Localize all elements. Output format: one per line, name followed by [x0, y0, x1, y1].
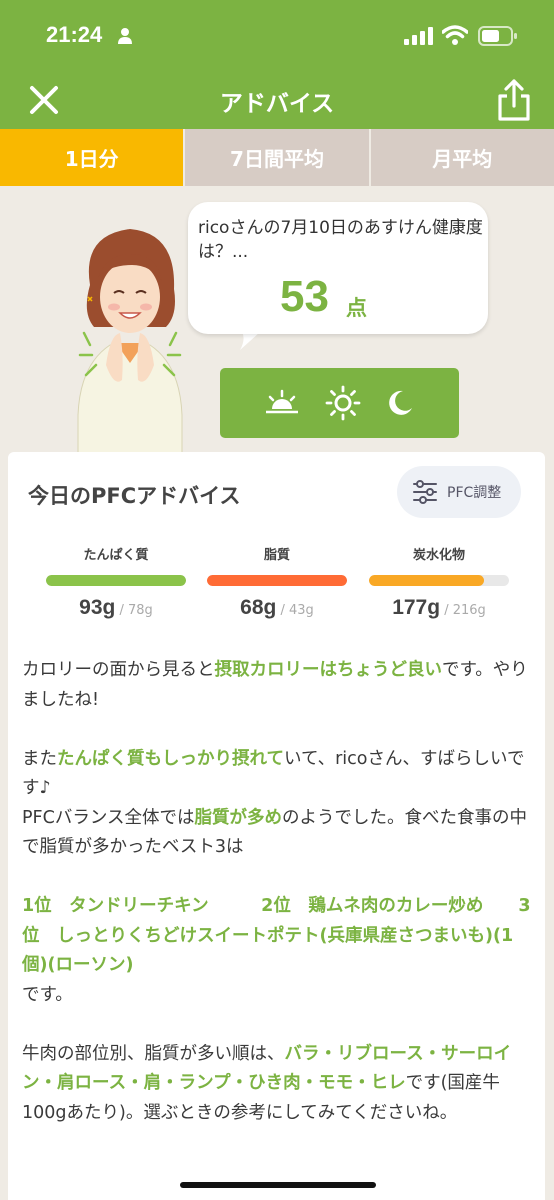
- pfc-advice-card: 今日のPFCアドバイス PFC調整 たんぱく質 93g / 78g 脂質 68g…: [8, 452, 545, 1200]
- advice-highlight: 脂質が多め: [194, 807, 283, 828]
- cellular-signal-icon: [404, 27, 433, 45]
- battery-icon: [478, 26, 517, 46]
- macro-protein: たんぱく質 93g / 78g: [46, 544, 186, 620]
- advice-paragraph: 牛肉の部位別、脂質が多い順は、バラ・リブロース・サーロイン・肩ロース・肩・ランプ…: [22, 1040, 534, 1129]
- card-title: 今日のPFCアドバイス: [28, 484, 241, 508]
- macro-name: 炭水化物: [412, 548, 465, 563]
- macro-bar-fill: [46, 575, 186, 586]
- advice-paragraph: 1位 タンドリーチキン 2位 鶏ムネ肉のカレー炒め 3位 しっとりくちどけスイー…: [22, 892, 534, 981]
- pfc-adjust-label: PFC調整: [447, 485, 502, 501]
- macro-target: / 78g: [119, 603, 153, 618]
- status-bar: 21:24: [0, 0, 554, 72]
- macro-target: / 216g: [444, 603, 486, 618]
- macro-name: 脂質: [263, 548, 290, 563]
- macro-carbs: 炭水化物 177g / 216g: [369, 544, 509, 620]
- advice-paragraph: カロリーの面から見ると摂取カロリーはちょうど良いです。やりましたね!: [22, 656, 534, 715]
- macro-bar-fill: [207, 575, 347, 586]
- macro-value: 68g: [240, 596, 277, 619]
- page-title: アドバイス: [219, 91, 335, 117]
- advice-text-span: 牛肉の部位別、脂質が多い順は、: [22, 1043, 285, 1064]
- time-of-day-selector: [220, 368, 459, 438]
- sun-icon[interactable]: [325, 385, 361, 421]
- macro-name: たんぱく質: [83, 548, 149, 563]
- health-score-unit: 点: [346, 296, 367, 320]
- health-score-question: ricoさんの7月10日のあすけん健康度は？...: [198, 218, 483, 262]
- person-icon: [118, 28, 132, 44]
- advice-highlight: 1位 タンドリーチキン 2位 鶏ムネ肉のカレー炒め 3位 しっとりくちどけスイー…: [22, 896, 531, 975]
- health-score-value: 53: [280, 272, 329, 321]
- macro-bar: [207, 575, 347, 586]
- advice-text-span: PFCバランス全体では: [22, 807, 195, 828]
- macro-bar-fill: [369, 575, 484, 586]
- macro-fat: 脂質 68g / 43g: [207, 544, 347, 620]
- wifi-icon: [442, 25, 468, 45]
- tab-monthly-average[interactable]: 月平均: [368, 129, 554, 186]
- advice-paragraph: です。: [22, 981, 534, 1011]
- advice-highlight: 摂取カロリーはちょうど良い: [214, 660, 443, 680]
- macro-value: 177g: [392, 596, 441, 619]
- advice-paragraph: PFCバランス全体では脂質が多めのようでした。食べた食事の中で脂質が多かったベス…: [22, 804, 534, 863]
- nav-bar: アドバイス: [0, 72, 554, 129]
- moon-icon[interactable]: [385, 388, 415, 418]
- sliders-icon: [413, 480, 437, 504]
- advice-text-span: です。: [22, 984, 73, 1005]
- sunrise-icon[interactable]: [264, 389, 300, 417]
- advice-text: カロリーの面から見ると摂取カロリーはちょうど良いです。やりましたね! またたんぱ…: [22, 656, 534, 1128]
- advice-text-span: また: [22, 748, 57, 769]
- tab-7day-average[interactable]: 7日間平均: [183, 129, 369, 186]
- advisor-avatar: [77, 229, 183, 455]
- advice-highlight: たんぱく質もしっかり摂れて: [57, 748, 284, 769]
- share-icon[interactable]: [496, 78, 532, 122]
- advice-text-span: カロリーの面から見ると: [22, 660, 215, 680]
- pfc-adjust-button[interactable]: PFC調整: [397, 466, 521, 518]
- status-time: 21:24: [46, 22, 103, 47]
- macro-target: / 43g: [280, 603, 314, 618]
- advice-paragraph: またたんぱく質もしっかり摂れていて、ricoさん、すばらしいです♪: [22, 745, 534, 804]
- macro-bar: [46, 575, 186, 586]
- macro-value: 93g: [79, 596, 116, 619]
- health-score-bubble: ricoさんの7月10日のあすけん健康度は？... 53 点: [188, 202, 488, 334]
- period-tabs: 1日分 7日間平均 月平均: [0, 129, 554, 186]
- macro-bar: [369, 575, 509, 586]
- home-indicator[interactable]: [180, 1182, 376, 1188]
- tab-1day[interactable]: 1日分: [0, 129, 184, 186]
